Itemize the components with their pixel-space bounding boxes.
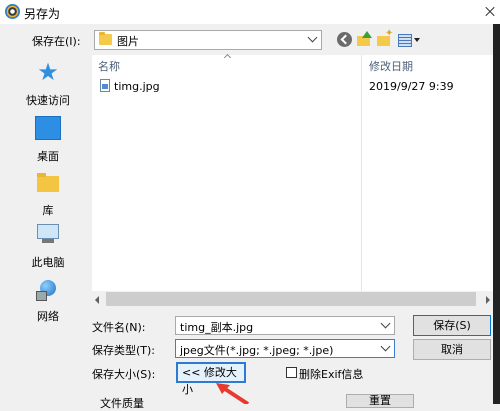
sidebar-item-label: 桌面 (37, 150, 59, 163)
back-button[interactable] (336, 31, 354, 49)
folder-icon (99, 32, 112, 45)
network-icon (35, 276, 61, 301)
save-button[interactable]: 保存(S) (413, 315, 491, 336)
cancel-button[interactable]: 取消 (413, 339, 491, 360)
scrollbar-thumb[interactable] (106, 292, 476, 306)
column-divider[interactable] (361, 55, 362, 291)
sidebar-item-network[interactable]: 网络 (15, 276, 81, 324)
star-icon: ★ (37, 58, 59, 86)
location-dropdown[interactable]: 图片 (94, 30, 322, 50)
save-size-label: 保存大小(S): (92, 368, 156, 381)
column-header-date[interactable]: 修改日期 (369, 58, 413, 74)
sidebar-item-quick-access[interactable]: ★ 快速访问 (15, 60, 81, 108)
file-type-select[interactable]: jpeg文件(*.jpg; *.jpeg; *.jpe) (175, 339, 395, 358)
scroll-right-icon[interactable] (486, 296, 490, 304)
image-file-icon (100, 79, 110, 92)
window-title: 另存为 (24, 7, 61, 21)
chevron-down-icon (307, 32, 318, 43)
horizontal-scrollbar[interactable] (92, 291, 493, 308)
title-bar: 另存为 (0, 0, 500, 24)
new-folder-button[interactable] (376, 28, 394, 49)
chevron-down-icon[interactable] (380, 318, 391, 329)
annotation-arrow-icon (216, 383, 250, 404)
sidebar-item-libraries[interactable]: 库 (15, 170, 81, 218)
sidebar-item-label: 此电脑 (31, 256, 65, 269)
remove-exif-label[interactable]: 删除Exif信息 (299, 366, 363, 382)
filename-label: 文件名(N): (92, 321, 146, 334)
sidebar-item-this-pc[interactable]: 此电脑 (15, 222, 81, 270)
background-edge (493, 24, 500, 404)
file-name[interactable]: timg.jpg (114, 80, 160, 93)
filename-input[interactable]: timg_副本.jpg (175, 316, 395, 335)
file-list[interactable]: 名称 修改日期 timg.jpg 2019/9/27 9:39 (92, 53, 493, 291)
view-menu-button[interactable] (397, 31, 423, 49)
computer-icon (35, 222, 61, 246)
location-text: 图片 (117, 35, 139, 48)
sidebar-item-label: 网络 (37, 310, 59, 323)
places-sidebar: ★ 快速访问 桌面 库 此电脑 网络 (15, 56, 85, 336)
reset-button[interactable]: 重置 (346, 394, 414, 408)
library-icon (35, 170, 61, 194)
scroll-left-icon[interactable] (95, 296, 99, 304)
close-button[interactable] (480, 0, 500, 24)
remove-exif-checkbox[interactable] (286, 367, 297, 378)
file-type-value: jpeg文件(*.jpg; *.jpeg; *.jpe) (180, 344, 334, 357)
chevron-down-icon[interactable] (380, 341, 391, 352)
sidebar-item-desktop[interactable]: 桌面 (15, 116, 81, 164)
filename-value: timg_副本.jpg (180, 321, 254, 334)
sort-ascending-icon (223, 53, 232, 62)
sidebar-item-label: 快速访问 (26, 94, 70, 107)
app-icon (5, 4, 20, 19)
save-in-label: 保存在(I): (32, 35, 81, 48)
file-date: 2019/9/27 9:39 (369, 80, 454, 93)
up-folder-button[interactable] (356, 31, 374, 49)
resize-button[interactable]: << 修改大小 (176, 362, 246, 396)
file-type-label: 保存类型(T): (92, 344, 156, 357)
desktop-icon (35, 116, 61, 140)
file-quality-label: 文件质量 (100, 397, 144, 410)
column-header-name[interactable]: 名称 (98, 58, 120, 74)
sidebar-item-label: 库 (42, 204, 54, 217)
